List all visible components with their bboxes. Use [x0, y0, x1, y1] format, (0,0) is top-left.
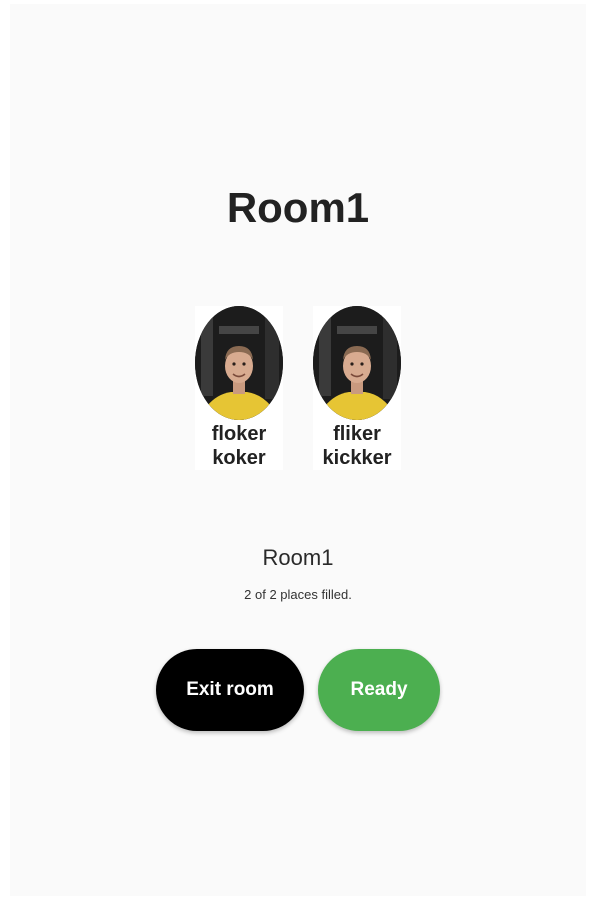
lobby-screen: Room1 floker koker fliker kickker Room1 … — [10, 4, 586, 896]
ready-button[interactable]: Ready — [318, 649, 440, 731]
person-photo-icon — [195, 306, 283, 420]
player-list: floker koker fliker kickker — [10, 306, 586, 470]
person-photo-icon — [313, 306, 401, 420]
action-bar: Exit room Ready — [10, 649, 586, 731]
exit-room-button[interactable]: Exit room — [156, 649, 304, 731]
player-name: fliker kickker — [322, 423, 392, 469]
room-name: Room1 — [262, 545, 334, 570]
player-card: floker koker — [195, 306, 283, 470]
avatar — [313, 306, 401, 420]
player-name: floker koker — [211, 423, 267, 469]
page-title: Room1 — [226, 184, 370, 231]
player-card: fliker kickker — [313, 306, 401, 470]
places-status: 2 of 2 places filled. — [244, 587, 352, 602]
avatar — [195, 306, 283, 420]
